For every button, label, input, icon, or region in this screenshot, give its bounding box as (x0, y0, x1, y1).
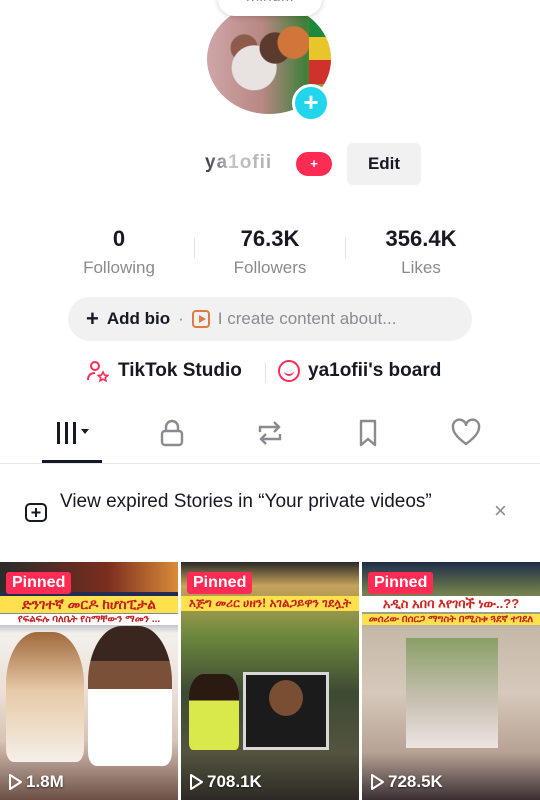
stat-following[interactable]: 0 Following (44, 226, 194, 278)
note-bubble[interactable]: mind... (218, 0, 322, 16)
stat-value: 76.3K (240, 226, 300, 251)
stories-icon (25, 503, 47, 522)
links-divider (265, 363, 266, 383)
view-count-value: 1.8M (26, 772, 64, 791)
username-badge[interactable]: + (296, 152, 332, 176)
plus-icon: + (86, 306, 99, 331)
close-icon[interactable]: × (494, 500, 507, 522)
board-icon (278, 360, 300, 382)
board-link[interactable]: ya1ofii's board (278, 360, 441, 382)
expired-stories-banner[interactable]: View expired Stories in “Your private vi… (60, 490, 450, 514)
stat-value: 0 (112, 226, 126, 251)
video-caption-top: እጅግ መሪር ሀዘን! አገልጋይዋን ገደሏት (181, 596, 359, 611)
play-icon (371, 774, 384, 790)
stat-label: Likes (401, 258, 441, 277)
tabs-divider (0, 463, 540, 464)
video-caption-sub: መሰሪው በሰርጋ ማግስት በሚስቱ ጓደኛ ተገደለ (362, 614, 540, 625)
video-play-icon (191, 310, 210, 328)
edit-profile-button[interactable]: Edit (347, 143, 421, 185)
add-story-button[interactable]: + (292, 84, 330, 122)
pinned-badge: Pinned (6, 572, 72, 594)
avatar-flag-detail (309, 14, 331, 84)
bio-separator: · (178, 309, 184, 328)
tab-private[interactable] (142, 412, 202, 458)
view-count-value: 708.1K (207, 772, 262, 791)
person-star-icon (87, 361, 110, 382)
board-label: ya1ofii's board (308, 360, 442, 381)
stat-followers[interactable]: 76.3K Followers (195, 226, 345, 278)
heart-icon (451, 418, 481, 446)
username-redaction (200, 146, 300, 180)
pinned-badge: Pinned (187, 572, 253, 594)
view-count: 728.5K (370, 772, 443, 792)
play-icon (190, 774, 203, 790)
tab-liked[interactable] (436, 412, 496, 458)
tab-favorites[interactable] (338, 412, 398, 458)
tab-videos[interactable] (42, 412, 102, 458)
tiktok-studio-link[interactable]: TikTok Studio (86, 360, 242, 382)
bookmark-icon (359, 419, 377, 447)
bio-hint: I create content about... (217, 309, 397, 328)
tiktok-studio-label: TikTok Studio (118, 360, 242, 381)
view-count: 1.8M (8, 772, 64, 792)
stat-value: 356.4K (385, 226, 457, 251)
videos-grid-icon (57, 422, 89, 444)
lock-icon (160, 419, 184, 447)
play-icon (9, 774, 22, 790)
tab-reposts[interactable] (240, 412, 300, 458)
stat-label: Following (83, 258, 155, 277)
add-bio-pill[interactable]: + Add bio · I create content about... (68, 297, 472, 341)
video-thumbnail-2[interactable]: እጅግ መሪር ሀዘን! አገልጋይዋን ገደሏት Pinned 708.1K (181, 562, 359, 800)
view-count-value: 728.5K (388, 772, 443, 791)
add-bio-label: Add bio (106, 309, 171, 328)
repost-icon (258, 421, 282, 445)
video-caption-top: ድንገተኛ መርዶ ከሆስፒታል (0, 596, 178, 613)
view-count: 708.1K (189, 772, 262, 792)
video-thumbnail-1[interactable]: ድንገተኛ መርዶ ከሆስፒታል የፍልፍሉ ባለቤት የስማቸውን ማመን .… (0, 562, 178, 800)
stat-likes[interactable]: 356.4K Likes (346, 226, 496, 278)
video-caption-top: አዲስ አበባ እየገባች ነው..?? (362, 596, 540, 612)
stat-label: Followers (233, 258, 307, 277)
video-caption-sub: የፍልፍሉ ባለቤት የስማቸውን ማመን ... (0, 614, 178, 625)
video-thumbnail-3[interactable]: አዲስ አበባ እየገባች ነው..?? መሰሪው በሰርጋ ማግስት በሚስቱ… (362, 562, 540, 800)
pinned-badge: Pinned (368, 572, 434, 594)
